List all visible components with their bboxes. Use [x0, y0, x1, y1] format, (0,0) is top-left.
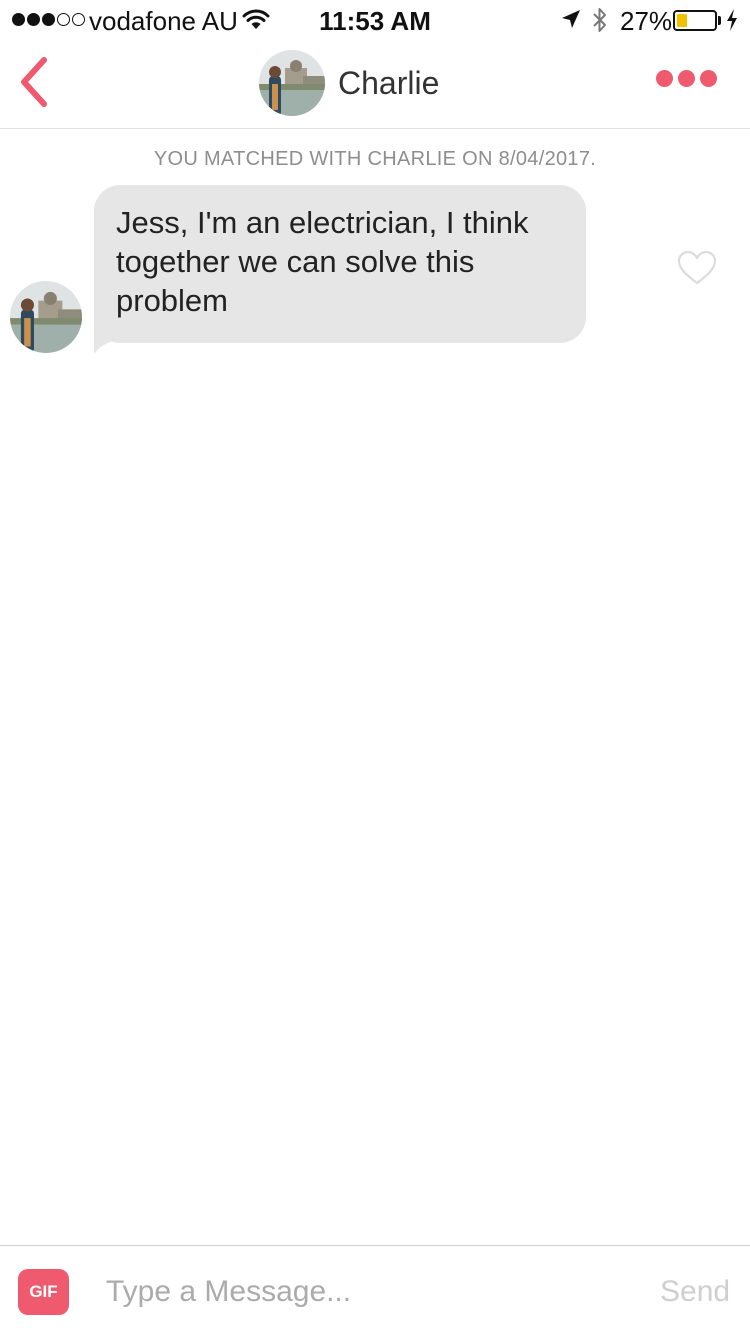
- more-dots-icon: [700, 70, 717, 87]
- message-line: problem: [116, 283, 228, 318]
- page-title: Charlie: [338, 65, 440, 101]
- message-bubble[interactable]: Jess, I'm an electrician, I think togeth…: [94, 185, 586, 343]
- status-bar: vodafone AU 11:53 AM 27%: [0, 0, 750, 40]
- avatar[interactable]: [259, 50, 325, 116]
- like-message-button[interactable]: [677, 250, 717, 291]
- heart-outline-icon: [677, 250, 717, 285]
- battery-cap: [718, 16, 721, 25]
- nav-bar: Charlie: [0, 40, 750, 129]
- message-line: together we can solve this: [116, 244, 475, 279]
- sender-avatar[interactable]: [10, 281, 82, 353]
- battery-percent: 27%: [620, 6, 673, 36]
- profile-photo: [259, 50, 325, 116]
- match-banner: YOU MATCHED WITH CHARLIE ON 8/04/2017.: [153, 148, 597, 170]
- chevron-left-icon: [21, 57, 47, 107]
- message-input[interactable]: [106, 1270, 626, 1314]
- more-options-button[interactable]: [656, 70, 722, 94]
- battery-level-fill: [677, 14, 687, 27]
- back-button[interactable]: [12, 54, 62, 110]
- more-dots-icon: [678, 70, 695, 87]
- battery-icon: [673, 10, 717, 31]
- message-line: Jess, I'm an electrician, I think: [116, 205, 529, 240]
- charging-bolt-icon: [727, 9, 737, 31]
- message-composer: GIF Send: [0, 1245, 750, 1334]
- gif-button[interactable]: GIF: [18, 1269, 69, 1315]
- profile-photo: [10, 281, 82, 353]
- more-dots-icon: [656, 70, 673, 87]
- bluetooth-icon: [593, 8, 606, 32]
- send-button[interactable]: Send: [660, 1275, 730, 1309]
- location-arrow-icon: [562, 10, 580, 28]
